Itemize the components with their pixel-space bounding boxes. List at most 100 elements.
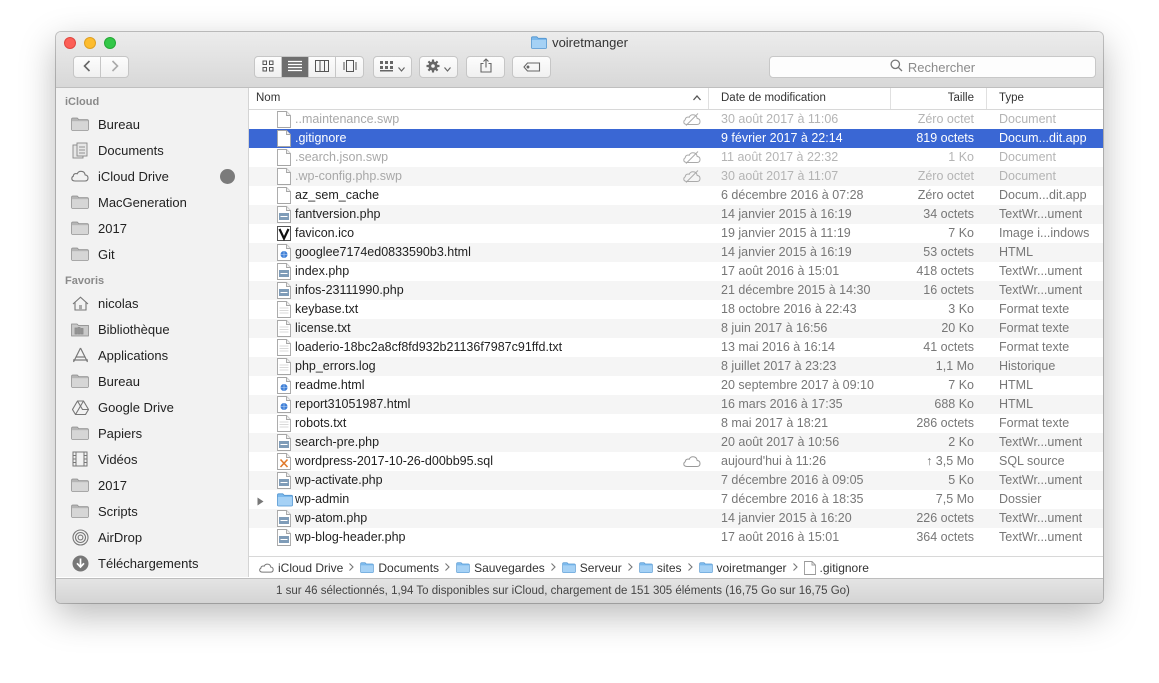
file-row[interactable]: license.txt 8 juin 2017 à 16:56 20 Ko Forma… <box>249 319 1103 338</box>
file-row[interactable]: az_sem_cache 6 décembre 2016 à 07:28 Zéro … <box>249 186 1103 205</box>
sidebar-item-papiers[interactable]: Papiers <box>70 422 245 444</box>
file-row[interactable]: index.php 17 août 2016 à 15:01 418 octets T… <box>249 262 1103 281</box>
window-title-text: voiretmanger <box>552 35 628 50</box>
sidebar-item-scripts[interactable]: Scripts <box>70 500 245 522</box>
file-row[interactable]: wp-activate.php 7 décembre 2016 à 09:05 5 … <box>249 471 1103 490</box>
file-row[interactable]: wordpress-2017-10-26-d00bb95.sql aujourd'… <box>249 452 1103 471</box>
file-row[interactable]: wp-atom.php 14 janvier 2015 à 16:20 226 oc… <box>249 509 1103 528</box>
file-size: Zéro octet <box>917 188 974 202</box>
file-date: 19 janvier 2015 à 11:19 <box>721 226 851 240</box>
disclosure-triangle-icon[interactable] <box>257 495 264 509</box>
column-divider[interactable] <box>986 88 987 109</box>
path-item[interactable]: Sauvegardes <box>456 561 545 575</box>
sidebar-item-vid-os[interactable]: Vidéos <box>70 448 245 470</box>
php-file-icon <box>277 434 291 451</box>
file-date: 8 juillet 2017 à 23:23 <box>721 359 837 373</box>
sidebar-item-bureau[interactable]: Bureau <box>70 370 245 392</box>
share-icon <box>479 58 492 76</box>
search-field[interactable]: Rechercher <box>769 56 1096 78</box>
file-row[interactable]: googlee7174ed0833590b3.html 14 janvier 20… <box>249 243 1103 262</box>
path-item-label: voiretmanger <box>716 560 787 575</box>
file-size: 41 octets <box>923 340 974 354</box>
file-row[interactable]: infos-23111990.php 21 décembre 2015 à 14:… <box>249 281 1103 300</box>
file-row[interactable]: fantversion.php 14 janvier 2015 à 16:19 34… <box>249 205 1103 224</box>
chevron-right-icon <box>445 562 450 574</box>
column-view-button[interactable] <box>309 57 336 77</box>
sidebar-item-google-drive[interactable]: Google Drive <box>70 396 245 418</box>
sidebar-item-macgeneration[interactable]: MacGeneration <box>70 191 245 213</box>
share-button[interactable] <box>466 56 505 78</box>
file-row[interactable]: report31051987.html 16 mars 2016 à 17:35 6… <box>249 395 1103 414</box>
cloud-icon <box>683 455 701 471</box>
sidebar-item-git[interactable]: Git <box>70 243 245 265</box>
forward-button[interactable] <box>101 57 128 77</box>
file-row[interactable]: favicon.ico 19 janvier 2015 à 11:19 7 Ko Im… <box>249 224 1103 243</box>
file-list: ..maintenance.swp 30 août 2017 à 11:06 Zér… <box>249 110 1103 556</box>
folder-icon <box>70 246 90 262</box>
sidebar-item-label: Papiers <box>98 425 143 441</box>
file-row-selected[interactable]: .gitignore 9 février 2017 à 22:14 819 octe… <box>249 129 1103 148</box>
action-button[interactable] <box>419 56 458 78</box>
column-header-name[interactable]: Nom <box>256 88 706 109</box>
path-item[interactable]: sites <box>639 561 682 575</box>
sidebar-item-t-l-chargements[interactable]: Téléchargements <box>70 552 245 574</box>
php-file-icon <box>277 263 291 280</box>
column-header-kind[interactable]: Type <box>999 88 1099 109</box>
sidebar-item-label: Bibliothèque <box>98 321 170 337</box>
file-row[interactable]: wp-blog-header.php 17 août 2016 à 15:01 36… <box>249 528 1103 547</box>
column-header-date[interactable]: Date de modification <box>721 88 881 109</box>
sidebar-section-header[interactable]: iCloud <box>65 96 99 108</box>
sidebar-item-2017[interactable]: 2017 <box>70 217 245 239</box>
list-view-button[interactable] <box>282 57 309 77</box>
sidebar-item-airdrop[interactable]: AirDrop <box>70 526 245 548</box>
file-date: 21 décembre 2015 à 14:30 <box>721 283 871 297</box>
sidebar-item-nicolas[interactable]: nicolas <box>70 292 245 314</box>
file-date: 30 août 2017 à 11:07 <box>721 169 839 183</box>
coverflow-view-button[interactable] <box>336 57 363 77</box>
file-date: 14 janvier 2015 à 16:19 <box>721 245 852 259</box>
file-kind: Document <box>999 169 1056 183</box>
file-name: wordpress-2017-10-26-d00bb95.sql <box>295 454 494 468</box>
sidebar-item-2017[interactable]: 2017 <box>70 474 245 496</box>
column-divider[interactable] <box>708 88 709 109</box>
file-row[interactable]: readme.html 20 septembre 2017 à 09:10 7 Ko… <box>249 376 1103 395</box>
file-row[interactable]: robots.txt 8 mai 2017 à 18:21 286 octets Fo… <box>249 414 1103 433</box>
file-name: robots.txt <box>295 416 347 430</box>
search-icon <box>890 59 903 75</box>
file-row[interactable]: loaderio-18bc2a8cf8fd932b21136f7987c91ff… <box>249 338 1103 357</box>
file-row[interactable]: search-pre.php 20 août 2017 à 10:56 2 Ko Te… <box>249 433 1103 452</box>
file-name: keybase.txt <box>295 302 359 316</box>
path-item[interactable]: iCloud Drive <box>259 561 343 575</box>
sidebar-item-biblioth-que[interactable]: Bibliothèque <box>70 318 245 340</box>
file-row[interactable]: php_errors.log 8 juillet 2017 à 23:23 1,1 … <box>249 357 1103 376</box>
file-row[interactable]: .search.json.swp 11 août 2017 à 22:32 1 Ko… <box>249 148 1103 167</box>
sidebar-item-documents[interactable]: Documents <box>70 139 245 161</box>
file-name: wp-activate.php <box>295 473 383 487</box>
file-name: .gitignore <box>295 131 347 145</box>
arrange-button[interactable] <box>373 56 412 78</box>
column-header-size[interactable]: Taille <box>890 88 974 109</box>
sidebar-section-header[interactable]: Favoris <box>65 275 104 287</box>
path-item[interactable]: .gitignore <box>803 561 869 575</box>
file-row[interactable]: ..maintenance.swp 30 août 2017 à 11:06 Zér… <box>249 110 1103 129</box>
php-file-icon <box>277 510 291 527</box>
icon-view-button[interactable] <box>255 57 282 77</box>
file-kind: SQL source <box>999 454 1065 468</box>
file-name: wp-atom.php <box>295 511 368 525</box>
sidebar-item-icloud-drive[interactable]: iCloud Drive <box>70 165 245 187</box>
sidebar-item-bureau[interactable]: Bureau <box>70 113 245 135</box>
file-row[interactable]: .wp-config.php.swp 30 août 2017 à 11:07 Zé… <box>249 167 1103 186</box>
file-row[interactable]: wp-admin 7 décembre 2016 à 18:35 7,5 Mo Dos… <box>249 490 1103 509</box>
path-item[interactable]: Serveur <box>562 561 622 575</box>
tags-button[interactable] <box>512 56 551 78</box>
sidebar-item-applications[interactable]: Applications <box>70 344 245 366</box>
file-date: aujourd'hui à 11:26 <box>721 454 827 468</box>
file-size: 418 octets <box>916 264 974 278</box>
navigation-buttons <box>73 56 129 78</box>
path-item[interactable]: voiretmanger <box>698 560 787 575</box>
document-icon <box>277 130 291 147</box>
file-name: fantversion.php <box>295 207 381 221</box>
back-button[interactable] <box>74 57 101 77</box>
path-item[interactable]: Documents <box>360 561 439 575</box>
file-row[interactable]: keybase.txt 18 octobre 2016 à 22:43 3 Ko Fo… <box>249 300 1103 319</box>
